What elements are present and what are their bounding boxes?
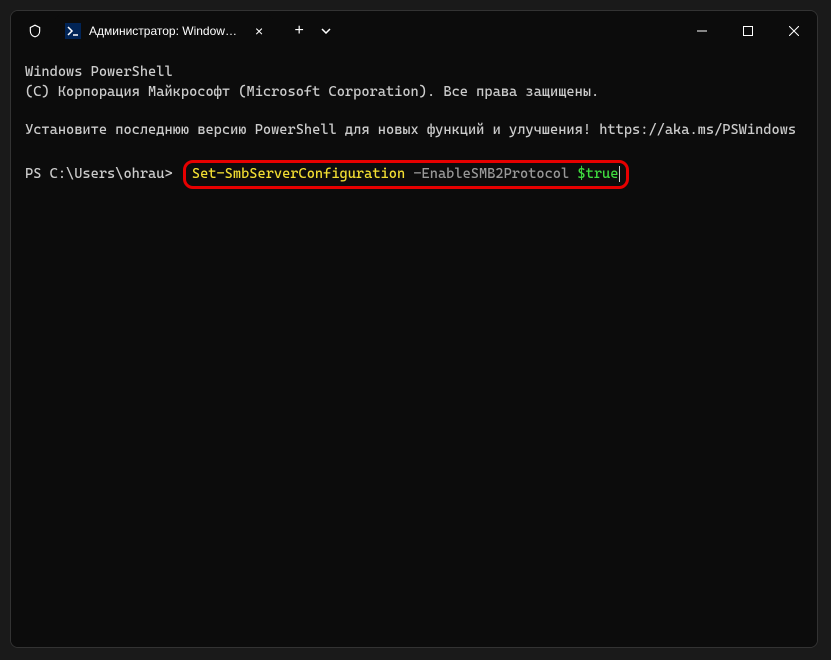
tab-dropdown-button[interactable]	[321, 26, 331, 37]
terminal-window: Администратор: Windows Po × +	[10, 10, 818, 648]
tab-close-button[interactable]: ×	[255, 23, 263, 39]
prompt-text: PS C:\Users\ohrau>	[25, 166, 181, 182]
minimize-button[interactable]	[679, 11, 725, 51]
active-tab[interactable]: Администратор: Windows Po ×	[55, 15, 273, 47]
tab-title: Администратор: Windows Po	[89, 24, 239, 38]
command-highlight: Set-SmbServerConfiguration -EnableSMB2Pr…	[183, 160, 630, 190]
window-controls	[679, 11, 817, 51]
titlebar: Администратор: Windows Po × +	[11, 11, 817, 51]
prompt-line: PS C:\Users\ohrau> Set-SmbServerConfigur…	[25, 160, 803, 190]
powershell-icon	[65, 23, 81, 39]
value-text: $true	[577, 166, 618, 182]
terminal-line: (C) Корпорация Майкрософт (Microsoft Cor…	[25, 83, 803, 103]
terminal-line: Windows PowerShell	[25, 63, 803, 83]
cursor	[619, 166, 620, 182]
shield-icon	[27, 23, 43, 39]
cmdlet-text: Set-SmbServerConfiguration	[192, 166, 405, 182]
param-text: -EnableSMB2Protocol	[405, 166, 577, 182]
maximize-button[interactable]	[725, 11, 771, 51]
terminal-content[interactable]: Windows PowerShell (C) Корпорация Майкро…	[11, 51, 817, 647]
new-tab-button[interactable]: +	[285, 22, 313, 40]
close-button[interactable]	[771, 11, 817, 51]
terminal-line: Установите последнюю версию PowerShell д…	[25, 121, 803, 141]
